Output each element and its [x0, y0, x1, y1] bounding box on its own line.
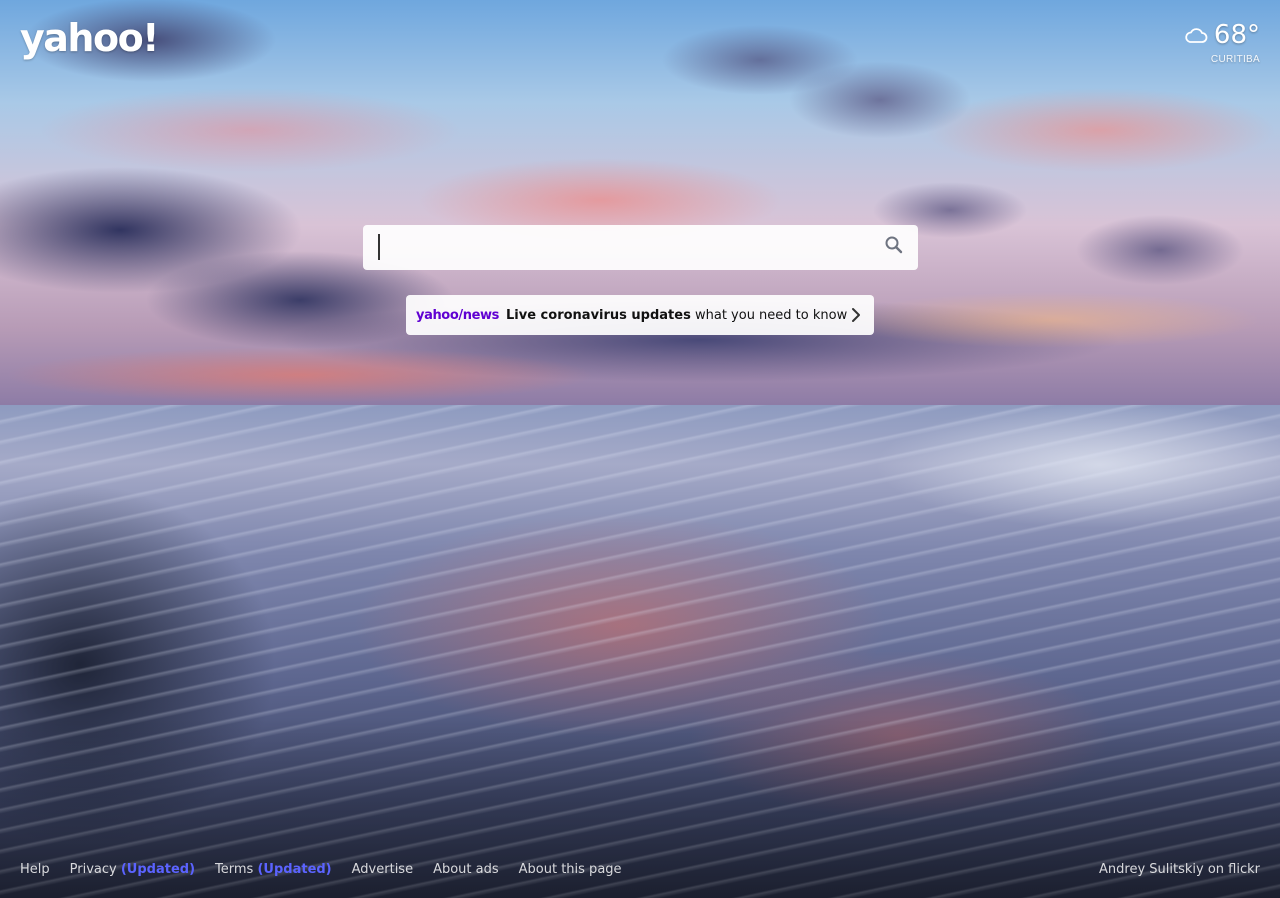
text-caret [378, 234, 380, 260]
weather-temperature: 68° [1213, 20, 1260, 50]
footer-privacy-updated: (Updated) [120, 862, 196, 877]
news-banner[interactable]: yahoo/news Live coronavirus updates what… [406, 295, 874, 335]
footer-terms-label: Terms [215, 862, 254, 877]
photo-credit-link[interactable]: Andrey Sulitskiy on flickr [1099, 862, 1260, 877]
yahoo-logo[interactable]: yahoo! [20, 14, 160, 62]
footer-privacy-label: Privacy [69, 862, 117, 877]
news-headline-bold: Live coronavirus updates [506, 307, 691, 323]
background-vignette [0, 0, 1280, 898]
search-input[interactable] [363, 225, 873, 270]
search-icon [884, 235, 904, 260]
chevron-right-icon [848, 307, 864, 323]
news-headline-rest: what you need to know [690, 307, 848, 323]
footer: Help Privacy (Updated) Terms (Updated) A… [0, 858, 1280, 882]
footer-link-help[interactable]: Help [20, 862, 50, 877]
footer-links: Help Privacy (Updated) Terms (Updated) A… [20, 862, 622, 877]
search-button[interactable] [870, 225, 918, 270]
footer-link-advertise[interactable]: Advertise [352, 862, 413, 877]
weather-widget[interactable]: 68° CURITIBA [1184, 20, 1260, 65]
yahoo-news-logo: yahoo/news [416, 307, 499, 323]
news-headline: Live coronavirus updates what you need t… [506, 308, 847, 323]
footer-link-about-page[interactable]: About this page [519, 862, 622, 877]
page-background: yahoo! 68° CURITIBA yahoo/news Live coro… [0, 0, 1280, 898]
footer-link-about-ads[interactable]: About ads [433, 862, 499, 877]
footer-link-privacy[interactable]: Privacy (Updated) [70, 862, 195, 877]
weather-city: CURITIBA [1210, 54, 1260, 65]
cloud-icon [1184, 26, 1208, 44]
footer-terms-updated: (Updated) [257, 862, 332, 877]
weather-row: 68° [1184, 20, 1260, 50]
footer-link-terms[interactable]: Terms (Updated) [215, 862, 332, 877]
search-box [363, 225, 918, 270]
